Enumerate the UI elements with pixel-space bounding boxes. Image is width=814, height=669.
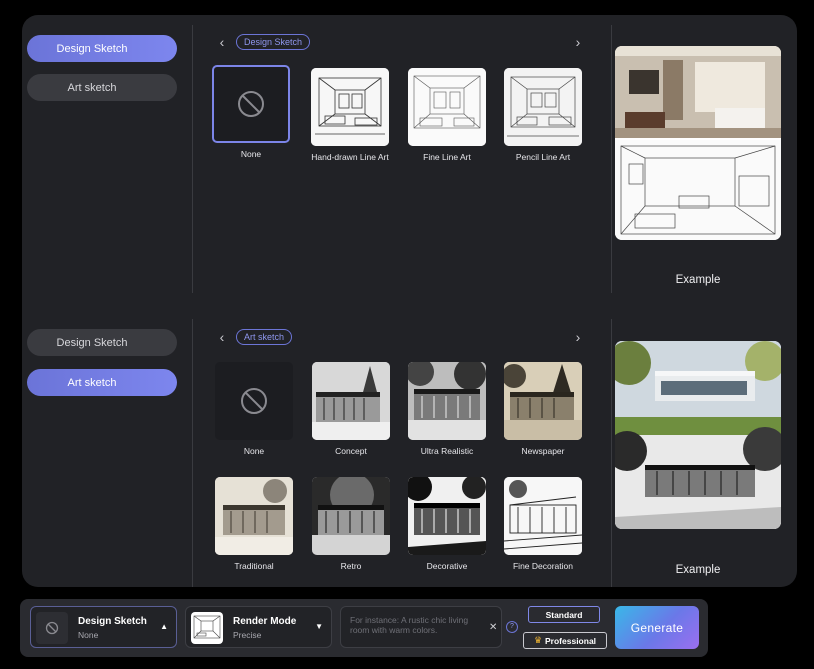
clear-icon[interactable]: ✕	[489, 622, 497, 633]
style-select[interactable]: Design Sketch None ▲	[30, 606, 177, 648]
none-icon	[212, 65, 290, 143]
style-label: Retro	[340, 561, 362, 571]
style-label: None	[243, 446, 265, 456]
style-select-value: None	[78, 630, 99, 640]
standard-label: Standard	[545, 609, 583, 620]
prev-arrow-icon[interactable]: ‹	[215, 34, 229, 50]
professional-button[interactable]: ♛ Professional	[523, 632, 607, 649]
style-label: Fine Line Art	[423, 152, 471, 162]
style-label: Hand-drawn Line Art	[311, 152, 389, 162]
style-label: Pencil Line Art	[515, 152, 571, 162]
example-label: Example	[675, 564, 721, 576]
tab-art-sketch[interactable]: Art sketch	[27, 369, 177, 396]
design-sketch-section: Design Sketch Art sketch ‹ Design Sketch…	[22, 15, 797, 305]
style-label: Fine Decoration	[512, 561, 573, 571]
style-label: Decorative	[426, 561, 468, 571]
professional-label: Professional	[545, 635, 597, 646]
sketch-thumbnail	[215, 477, 293, 555]
render-mode-title: Render Mode	[233, 616, 297, 627]
category-tag: Design Sketch	[236, 34, 311, 50]
category-tag: Art sketch	[236, 329, 293, 345]
style-label: Newspaper	[521, 446, 565, 456]
generation-toolbar: Design Sketch None ▲ Render Mode Precise…	[20, 599, 708, 657]
style-tile-none[interactable]: None	[212, 65, 292, 159]
style-tile-hand-drawn[interactable]: Hand-drawn Line Art	[311, 68, 391, 162]
sketch-thumbnail	[408, 477, 486, 555]
style-tile-traditional[interactable]: Traditional	[215, 477, 295, 571]
style-tile-decorative[interactable]: Decorative	[408, 477, 488, 571]
divider	[611, 319, 612, 587]
next-arrow-icon[interactable]: ›	[571, 34, 585, 50]
style-tile-newspaper[interactable]: Newspaper	[504, 362, 584, 456]
example-image	[615, 341, 781, 529]
sketch-thumbnail	[504, 477, 582, 555]
prompt-input[interactable]: For instance: A rustic chic living room …	[340, 606, 502, 648]
tab-design-sketch[interactable]: Design Sketch	[27, 35, 177, 62]
sketch-thumbnail	[312, 362, 390, 440]
line-art-thumbnail	[408, 68, 486, 146]
style-label: Traditional	[234, 561, 274, 571]
style-tile-fine-line[interactable]: Fine Line Art	[408, 68, 488, 162]
style-tile-fine-decoration[interactable]: Fine Decoration	[504, 477, 584, 571]
crown-icon: ♛	[533, 635, 543, 645]
divider	[611, 25, 612, 293]
style-select-title: Design Sketch	[78, 616, 147, 627]
prev-arrow-icon[interactable]: ‹	[215, 329, 229, 345]
style-tile-retro[interactable]: Retro	[312, 477, 392, 571]
none-icon	[215, 362, 293, 440]
example-label: Example	[675, 274, 721, 286]
tab-design-sketch[interactable]: Design Sketch	[27, 329, 177, 356]
example-image	[615, 46, 781, 240]
render-thumbnail	[191, 612, 223, 644]
divider	[192, 319, 193, 587]
style-tile-concept[interactable]: Concept	[312, 362, 392, 456]
art-sketch-section: Design Sketch Art sketch ‹ Art sketch › …	[22, 315, 797, 587]
style-tile-pencil[interactable]: Pencil Line Art	[504, 68, 584, 162]
style-label: Ultra Realistic	[420, 446, 474, 456]
line-art-thumbnail	[311, 68, 389, 146]
tab-art-sketch[interactable]: Art sketch	[27, 74, 177, 101]
help-icon[interactable]: ?	[506, 621, 518, 633]
main-panel: Design Sketch Art sketch ‹ Design Sketch…	[22, 15, 797, 587]
sketch-thumbnail	[504, 362, 582, 440]
next-arrow-icon[interactable]: ›	[571, 329, 585, 345]
divider	[192, 25, 193, 293]
sketch-thumbnail	[312, 477, 390, 555]
style-tile-ultra-realistic[interactable]: Ultra Realistic	[408, 362, 488, 456]
standard-button[interactable]: Standard	[528, 606, 600, 623]
render-mode-select[interactable]: Render Mode Precise ▼	[185, 606, 332, 648]
generate-button[interactable]: Generate	[615, 606, 699, 649]
style-tile-none[interactable]: None	[215, 362, 295, 456]
none-icon	[36, 612, 68, 644]
caret-down-icon: ▼	[315, 622, 323, 631]
render-mode-value: Precise	[233, 630, 262, 640]
style-label: Concept	[335, 446, 367, 456]
caret-up-icon: ▲	[160, 622, 168, 631]
line-art-thumbnail	[504, 68, 582, 146]
style-label: None	[240, 149, 262, 159]
sketch-thumbnail	[408, 362, 486, 440]
